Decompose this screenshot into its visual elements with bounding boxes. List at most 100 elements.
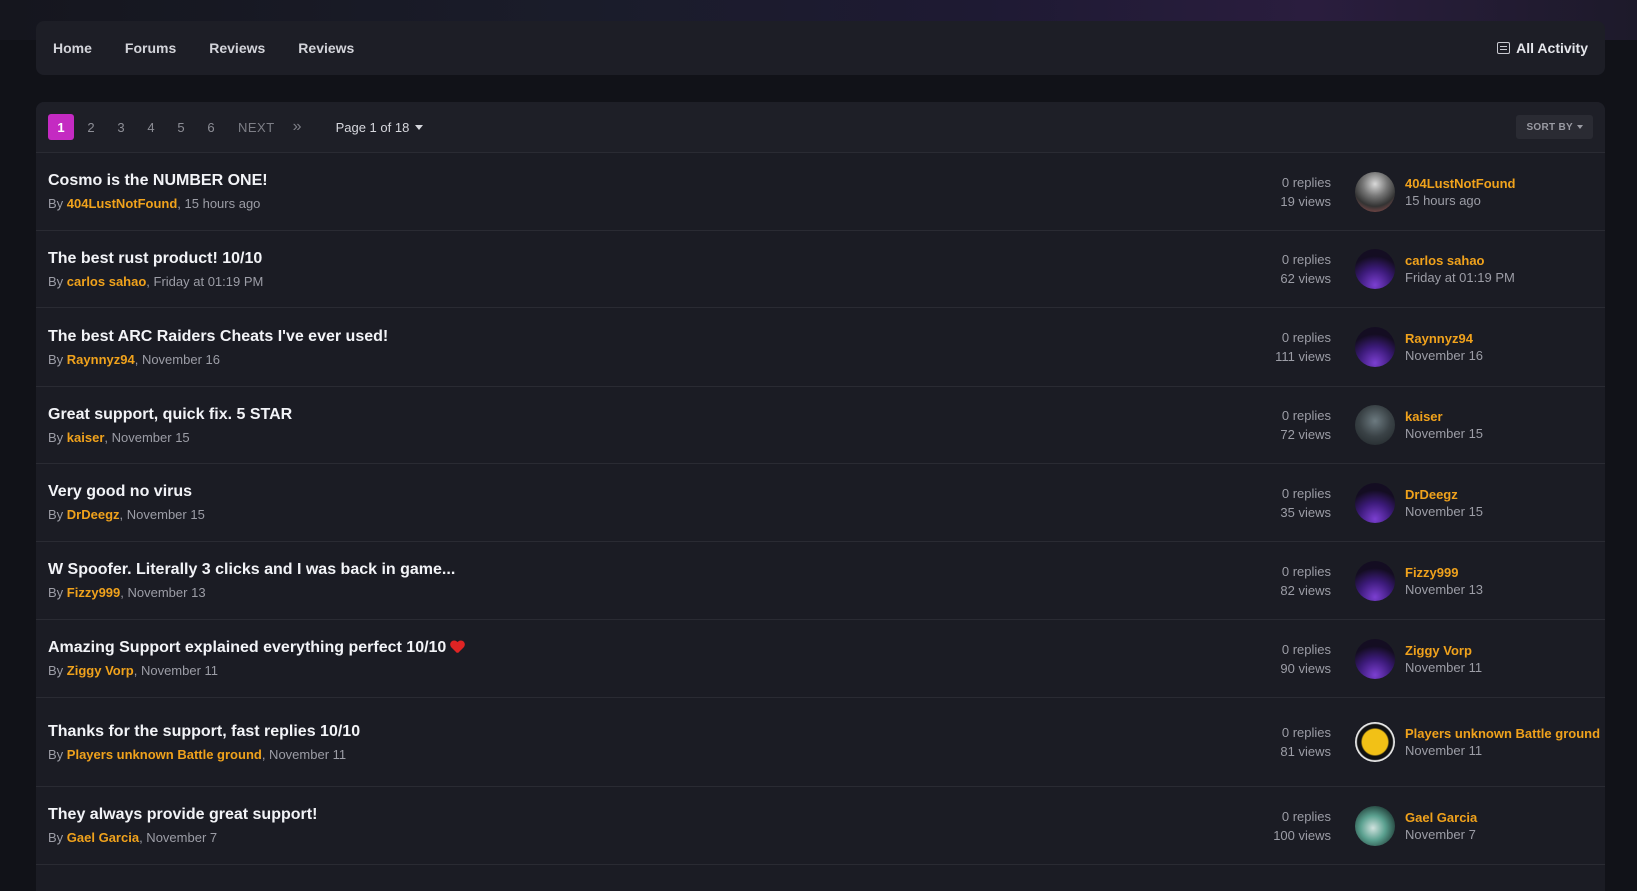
reply-count: 0 replies: [1281, 641, 1331, 657]
topic-main: They always provide great support! By Gae…: [36, 806, 1211, 845]
author-link[interactable]: Players unknown Battle ground: [67, 747, 262, 762]
avatar[interactable]: [1355, 171, 1395, 212]
avatar[interactable]: [1355, 805, 1395, 846]
last-post-author[interactable]: 404LustNotFound: [1405, 175, 1516, 192]
topic-title-link[interactable]: W Spoofer. Literally 3 clicks and I was …: [48, 561, 1211, 579]
topic-row[interactable]: The best rust product! 10/10 By carlos sa…: [36, 231, 1605, 308]
topic-meta: By Fizzy999, November 13: [48, 585, 1211, 600]
last-post: Gael Garcia November 7: [1355, 805, 1605, 846]
topic-title-link[interactable]: Cosmo is the NUMBER ONE!: [48, 172, 1211, 190]
author-link[interactable]: Raynnyz94: [67, 352, 135, 367]
author-link[interactable]: 404LustNotFound: [67, 196, 178, 211]
next-page-button[interactable]: NEXT: [238, 120, 275, 135]
topic-row[interactable]: Great support, quick fix. 5 STAR By kaise…: [36, 387, 1605, 464]
topic-date: , November 11: [261, 746, 347, 762]
author-link[interactable]: DrDeegz: [67, 507, 120, 522]
last-post-author[interactable]: DrDeegz: [1405, 486, 1483, 503]
page-5[interactable]: 5: [168, 114, 194, 140]
by-label: By: [48, 196, 67, 211]
by-label: By: [48, 830, 67, 845]
topic-date: , November 15: [104, 429, 190, 445]
topic-title-link[interactable]: They always provide great support!: [48, 806, 1211, 824]
topic-main: W Spoofer. Literally 3 clicks and I was …: [36, 561, 1211, 600]
topic-title: They always provide great support!: [48, 806, 318, 823]
page-3[interactable]: 3: [108, 114, 134, 140]
last-post-date: November 11: [1405, 659, 1483, 675]
author-link[interactable]: Ziggy Vorp: [67, 663, 134, 678]
topic-title-link[interactable]: The best ARC Raiders Cheats I've ever us…: [48, 328, 1211, 346]
by-label: By: [48, 273, 67, 289]
last-post: DrDeegz November 15: [1355, 482, 1605, 523]
chevron-down-icon: [1577, 125, 1583, 129]
topic-title: The best ARC Raiders Cheats I've ever us…: [48, 327, 389, 345]
topic-title-link[interactable]: The best rust product! 10/10: [48, 250, 1211, 268]
avatar[interactable]: [1355, 638, 1395, 679]
author-link[interactable]: Fizzy999: [67, 585, 120, 600]
avatar[interactable]: [1355, 482, 1395, 523]
avatar[interactable]: [1355, 560, 1395, 601]
topic-row[interactable]: The best ARC Raiders Cheats I've ever us…: [36, 308, 1605, 387]
topic-title: W Spoofer. Literally 3 clicks and I was …: [48, 561, 456, 578]
topic-meta: By kaiser, November 15: [48, 430, 1211, 445]
nav-home[interactable]: Home: [53, 40, 92, 56]
topic-meta: By Gael Garcia, November 7: [48, 830, 1211, 845]
avatar[interactable]: [1355, 327, 1395, 367]
page-1[interactable]: 1: [48, 114, 74, 140]
author-link[interactable]: Gael Garcia: [67, 830, 139, 845]
sort-by-label: SORT BY: [1526, 121, 1573, 133]
by-label: By: [48, 507, 67, 522]
avatar[interactable]: [1355, 405, 1395, 445]
last-post-date: November 15: [1405, 426, 1484, 441]
topic-stats: 0 replies 19 views: [1211, 173, 1331, 211]
reply-count: 0 replies: [1281, 174, 1331, 190]
topic-title: The best rust product! 10/10: [48, 249, 263, 267]
topic-row[interactable]: Very good no virus By DrDeegz, November 1…: [36, 464, 1605, 542]
last-post-author[interactable]: Gael Garcia: [1405, 809, 1477, 826]
page-6[interactable]: 6: [198, 114, 224, 140]
avatar[interactable]: [1355, 722, 1395, 762]
last-post-date: 15 hours ago: [1405, 192, 1481, 208]
all-activity-link[interactable]: All Activity: [1497, 40, 1588, 56]
page-2[interactable]: 2: [78, 114, 104, 140]
last-post-author[interactable]: Ziggy Vorp: [1405, 642, 1482, 659]
topic-title-link[interactable]: Very good no virus: [48, 483, 1211, 501]
last-post-author[interactable]: carlos sahao: [1405, 252, 1515, 269]
topic-main: Cosmo is the NUMBER ONE! By 404LustNotFou…: [36, 172, 1211, 211]
last-post-author[interactable]: Raynnyz94: [1405, 330, 1483, 347]
avatar[interactable]: [1355, 249, 1395, 289]
heart-icon: [450, 641, 465, 655]
topic-row[interactable]: Amazing Support explained everything per…: [36, 620, 1605, 698]
topic-meta: By 404LustNotFound, 15 hours ago: [48, 196, 1211, 211]
nav-reviews[interactable]: Reviews: [209, 40, 265, 56]
last-post: kaiser November 15: [1355, 405, 1605, 445]
topic-stats: 0 replies 100 views: [1211, 807, 1331, 845]
view-count: 19 views: [1280, 193, 1331, 209]
topic-row[interactable]: Thanks for the support, fast replies 10/…: [36, 698, 1605, 787]
last-post-date: November 16: [1405, 348, 1484, 363]
last-post-author[interactable]: kaiser: [1405, 408, 1483, 425]
topic-title-link[interactable]: Thanks for the support, fast replies 10/…: [48, 723, 1211, 741]
topic-row[interactable]: Cosmo is the NUMBER ONE! By 404LustNotFou…: [36, 153, 1605, 231]
by-label: By: [48, 585, 67, 600]
author-link[interactable]: kaiser: [67, 430, 105, 445]
topic-title-link[interactable]: Great support, quick fix. 5 STAR: [48, 406, 1211, 424]
last-post: Raynnyz94 November 16: [1355, 327, 1605, 367]
topic-row[interactable]: They always provide great support! By Gae…: [36, 787, 1605, 865]
all-activity-label: All Activity: [1516, 40, 1588, 56]
last-post-author[interactable]: Players unknown Battle ground: [1405, 725, 1600, 742]
last-page-icon[interactable]: »: [293, 118, 302, 136]
last-post-author[interactable]: Fizzy999: [1405, 564, 1483, 581]
nav-reviews-2[interactable]: Reviews: [298, 40, 354, 56]
author-link[interactable]: carlos sahao: [67, 274, 147, 289]
by-label: By: [48, 351, 67, 367]
chevron-down-icon: [415, 124, 424, 130]
page-4[interactable]: 4: [138, 114, 164, 140]
topic-date: , November 11: [133, 663, 219, 678]
topic-row[interactable]: W Spoofer. Literally 3 clicks and I was …: [36, 542, 1605, 620]
topic-stats: 0 replies 81 views: [1211, 723, 1331, 761]
topic-title-link[interactable]: Amazing Support explained everything per…: [48, 639, 1211, 657]
sort-by-button[interactable]: SORT BY: [1516, 115, 1593, 139]
page-jump-dropdown[interactable]: Page 1 of 18: [336, 120, 424, 135]
topic-stats: 0 replies 72 views: [1211, 406, 1331, 444]
nav-forums[interactable]: Forums: [125, 40, 176, 56]
